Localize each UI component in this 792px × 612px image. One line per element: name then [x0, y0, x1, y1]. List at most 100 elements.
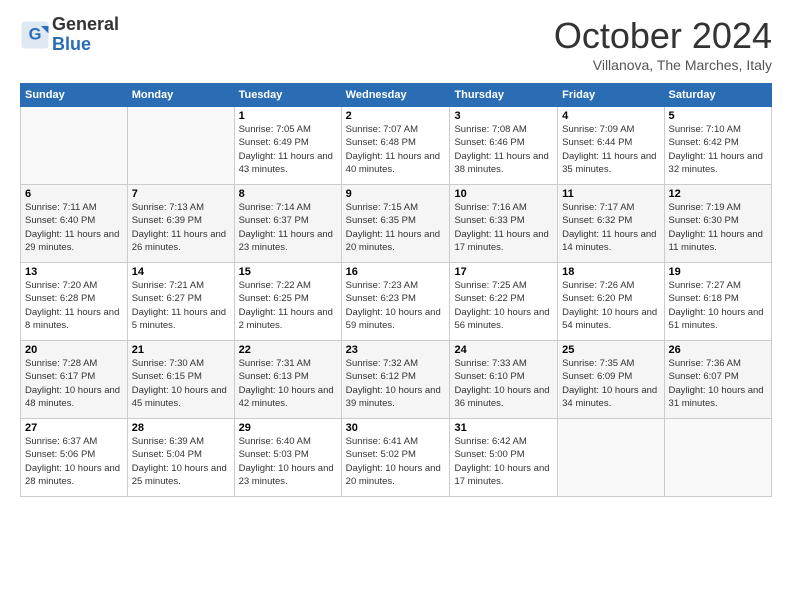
day-info: Sunrise: 7:07 AM Sunset: 6:48 PM Dayligh…	[346, 123, 446, 176]
header-sunday: Sunday	[21, 84, 128, 107]
day-info: Sunrise: 7:15 AM Sunset: 6:35 PM Dayligh…	[346, 201, 446, 254]
calendar-cell: 10Sunrise: 7:16 AM Sunset: 6:33 PM Dayli…	[450, 185, 558, 263]
svg-text:G: G	[29, 25, 42, 43]
day-info: Sunrise: 6:42 AM Sunset: 5:00 PM Dayligh…	[454, 435, 553, 488]
calendar-week-0: 1Sunrise: 7:05 AM Sunset: 6:49 PM Daylig…	[21, 107, 772, 185]
day-info: Sunrise: 6:41 AM Sunset: 5:02 PM Dayligh…	[346, 435, 446, 488]
header-tuesday: Tuesday	[234, 84, 341, 107]
calendar-week-1: 6Sunrise: 7:11 AM Sunset: 6:40 PM Daylig…	[21, 185, 772, 263]
day-info: Sunrise: 7:16 AM Sunset: 6:33 PM Dayligh…	[454, 201, 553, 254]
logo: G General Blue	[20, 15, 119, 55]
calendar-cell: 31Sunrise: 6:42 AM Sunset: 5:00 PM Dayli…	[450, 419, 558, 497]
day-number: 26	[669, 344, 767, 356]
day-number: 30	[346, 422, 446, 434]
day-number: 6	[25, 188, 123, 200]
day-number: 18	[562, 266, 659, 278]
day-number: 15	[239, 266, 337, 278]
calendar-cell: 20Sunrise: 7:28 AM Sunset: 6:17 PM Dayli…	[21, 341, 128, 419]
day-number: 28	[132, 422, 230, 434]
calendar-cell: 5Sunrise: 7:10 AM Sunset: 6:42 PM Daylig…	[664, 107, 771, 185]
day-number: 4	[562, 110, 659, 122]
day-number: 23	[346, 344, 446, 356]
day-info: Sunrise: 6:39 AM Sunset: 5:04 PM Dayligh…	[132, 435, 230, 488]
day-number: 24	[454, 344, 553, 356]
calendar-cell: 8Sunrise: 7:14 AM Sunset: 6:37 PM Daylig…	[234, 185, 341, 263]
day-info: Sunrise: 7:25 AM Sunset: 6:22 PM Dayligh…	[454, 279, 553, 332]
calendar-cell: 16Sunrise: 7:23 AM Sunset: 6:23 PM Dayli…	[341, 263, 450, 341]
calendar-cell: 21Sunrise: 7:30 AM Sunset: 6:15 PM Dayli…	[127, 341, 234, 419]
calendar-cell: 23Sunrise: 7:32 AM Sunset: 6:12 PM Dayli…	[341, 341, 450, 419]
day-number: 21	[132, 344, 230, 356]
day-info: Sunrise: 7:11 AM Sunset: 6:40 PM Dayligh…	[25, 201, 123, 254]
calendar-cell: 15Sunrise: 7:22 AM Sunset: 6:25 PM Dayli…	[234, 263, 341, 341]
day-info: Sunrise: 7:20 AM Sunset: 6:28 PM Dayligh…	[25, 279, 123, 332]
day-info: Sunrise: 7:13 AM Sunset: 6:39 PM Dayligh…	[132, 201, 230, 254]
calendar-cell: 14Sunrise: 7:21 AM Sunset: 6:27 PM Dayli…	[127, 263, 234, 341]
day-info: Sunrise: 7:14 AM Sunset: 6:37 PM Dayligh…	[239, 201, 337, 254]
day-info: Sunrise: 7:33 AM Sunset: 6:10 PM Dayligh…	[454, 357, 553, 410]
calendar-cell: 19Sunrise: 7:27 AM Sunset: 6:18 PM Dayli…	[664, 263, 771, 341]
header-friday: Friday	[558, 84, 664, 107]
calendar-cell: 22Sunrise: 7:31 AM Sunset: 6:13 PM Dayli…	[234, 341, 341, 419]
calendar-cell: 11Sunrise: 7:17 AM Sunset: 6:32 PM Dayli…	[558, 185, 664, 263]
day-info: Sunrise: 7:26 AM Sunset: 6:20 PM Dayligh…	[562, 279, 659, 332]
day-info: Sunrise: 7:19 AM Sunset: 6:30 PM Dayligh…	[669, 201, 767, 254]
header-wednesday: Wednesday	[341, 84, 450, 107]
day-number: 7	[132, 188, 230, 200]
day-number: 22	[239, 344, 337, 356]
day-number: 10	[454, 188, 553, 200]
day-info: Sunrise: 6:37 AM Sunset: 5:06 PM Dayligh…	[25, 435, 123, 488]
day-info: Sunrise: 7:35 AM Sunset: 6:09 PM Dayligh…	[562, 357, 659, 410]
day-info: Sunrise: 7:17 AM Sunset: 6:32 PM Dayligh…	[562, 201, 659, 254]
day-info: Sunrise: 7:22 AM Sunset: 6:25 PM Dayligh…	[239, 279, 337, 332]
day-number: 13	[25, 266, 123, 278]
day-info: Sunrise: 7:36 AM Sunset: 6:07 PM Dayligh…	[669, 357, 767, 410]
calendar-cell: 28Sunrise: 6:39 AM Sunset: 5:04 PM Dayli…	[127, 419, 234, 497]
day-info: Sunrise: 7:28 AM Sunset: 6:17 PM Dayligh…	[25, 357, 123, 410]
calendar-cell: 9Sunrise: 7:15 AM Sunset: 6:35 PM Daylig…	[341, 185, 450, 263]
day-number: 11	[562, 188, 659, 200]
day-number: 19	[669, 266, 767, 278]
day-info: Sunrise: 6:40 AM Sunset: 5:03 PM Dayligh…	[239, 435, 337, 488]
calendar-cell	[127, 107, 234, 185]
location: Villanova, The Marches, Italy	[554, 57, 772, 73]
calendar-cell	[664, 419, 771, 497]
day-number: 17	[454, 266, 553, 278]
calendar-cell: 2Sunrise: 7:07 AM Sunset: 6:48 PM Daylig…	[341, 107, 450, 185]
day-number: 2	[346, 110, 446, 122]
calendar-cell: 1Sunrise: 7:05 AM Sunset: 6:49 PM Daylig…	[234, 107, 341, 185]
header-saturday: Saturday	[664, 84, 771, 107]
calendar-cell: 13Sunrise: 7:20 AM Sunset: 6:28 PM Dayli…	[21, 263, 128, 341]
calendar-table: Sunday Monday Tuesday Wednesday Thursday…	[20, 83, 772, 497]
calendar-cell: 25Sunrise: 7:35 AM Sunset: 6:09 PM Dayli…	[558, 341, 664, 419]
day-number: 12	[669, 188, 767, 200]
day-number: 3	[454, 110, 553, 122]
day-number: 27	[25, 422, 123, 434]
day-info: Sunrise: 7:27 AM Sunset: 6:18 PM Dayligh…	[669, 279, 767, 332]
day-number: 31	[454, 422, 553, 434]
header-monday: Monday	[127, 84, 234, 107]
weekday-row: Sunday Monday Tuesday Wednesday Thursday…	[21, 84, 772, 107]
logo-blue-text: Blue	[52, 35, 119, 55]
calendar-week-4: 27Sunrise: 6:37 AM Sunset: 5:06 PM Dayli…	[21, 419, 772, 497]
calendar-week-2: 13Sunrise: 7:20 AM Sunset: 6:28 PM Dayli…	[21, 263, 772, 341]
month-title: October 2024	[554, 15, 772, 57]
calendar-cell: 30Sunrise: 6:41 AM Sunset: 5:02 PM Dayli…	[341, 419, 450, 497]
calendar-week-3: 20Sunrise: 7:28 AM Sunset: 6:17 PM Dayli…	[21, 341, 772, 419]
calendar-header: Sunday Monday Tuesday Wednesday Thursday…	[21, 84, 772, 107]
calendar-cell: 18Sunrise: 7:26 AM Sunset: 6:20 PM Dayli…	[558, 263, 664, 341]
calendar-cell: 6Sunrise: 7:11 AM Sunset: 6:40 PM Daylig…	[21, 185, 128, 263]
calendar-cell	[558, 419, 664, 497]
day-number: 9	[346, 188, 446, 200]
logo-icon: G	[20, 20, 50, 50]
day-info: Sunrise: 7:21 AM Sunset: 6:27 PM Dayligh…	[132, 279, 230, 332]
calendar-cell: 26Sunrise: 7:36 AM Sunset: 6:07 PM Dayli…	[664, 341, 771, 419]
day-info: Sunrise: 7:30 AM Sunset: 6:15 PM Dayligh…	[132, 357, 230, 410]
calendar-cell: 12Sunrise: 7:19 AM Sunset: 6:30 PM Dayli…	[664, 185, 771, 263]
day-info: Sunrise: 7:09 AM Sunset: 6:44 PM Dayligh…	[562, 123, 659, 176]
calendar-cell: 24Sunrise: 7:33 AM Sunset: 6:10 PM Dayli…	[450, 341, 558, 419]
day-number: 16	[346, 266, 446, 278]
calendar-cell: 17Sunrise: 7:25 AM Sunset: 6:22 PM Dayli…	[450, 263, 558, 341]
header-thursday: Thursday	[450, 84, 558, 107]
day-number: 5	[669, 110, 767, 122]
